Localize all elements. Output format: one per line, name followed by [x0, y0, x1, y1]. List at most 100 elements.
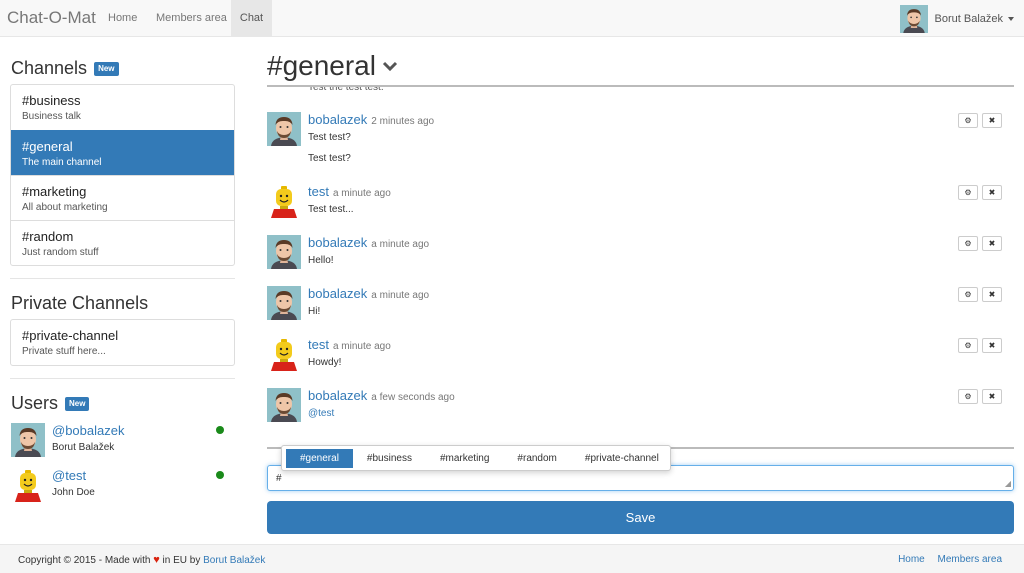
channel-item-random[interactable]: #random Just random stuff	[11, 220, 234, 265]
close-icon[interactable]: ✖	[982, 113, 1002, 128]
footer-links: Home Members area	[898, 554, 1002, 565]
message-text: Test test?	[308, 132, 351, 143]
private-channels-title: Private Channels	[11, 293, 149, 313]
avatar	[11, 468, 45, 502]
users-title: Users	[11, 393, 59, 413]
channel-item-business[interactable]: #business Business talk	[11, 85, 234, 130]
footer-home-link[interactable]: Home	[898, 554, 925, 565]
avatar	[267, 85, 301, 92]
close-icon[interactable]: ✖	[982, 389, 1002, 404]
message-time: a few seconds ago	[371, 392, 455, 403]
message-author[interactable]: bobalazek	[308, 112, 367, 127]
channels-heading: Channels New	[11, 58, 119, 79]
copyright-text: Copyright © 2015 - Made with	[18, 555, 151, 566]
online-status-icon	[216, 426, 224, 434]
gear-icon[interactable]: ⚙	[958, 236, 978, 251]
nav-chat-link[interactable]: Chat	[231, 0, 272, 37]
channel-item-private-channel[interactable]: #private-channel Private stuff here...	[11, 320, 234, 365]
avatar	[267, 337, 301, 371]
resize-grip-icon[interactable]: ◢	[1005, 480, 1011, 488]
avatar	[267, 112, 301, 146]
user-full-name: John Doe	[52, 487, 95, 498]
close-icon[interactable]: ✖	[982, 287, 1002, 302]
gear-icon[interactable]: ⚙	[958, 338, 978, 353]
autocomplete-item-private-channel[interactable]: #private-channel	[571, 449, 673, 468]
message-time: a minute ago	[332, 188, 391, 199]
channel-desc: Private stuff here...	[22, 346, 106, 357]
channel-name: #random	[22, 229, 74, 244]
navbar: Chat-O-Mat Home Members area Chat Borut …	[0, 0, 1024, 37]
message-author[interactable]: test	[308, 337, 329, 352]
user-full-name: Borut Balažek	[52, 442, 115, 453]
nav-home-link[interactable]: Home	[98, 0, 147, 37]
message-input-value: #	[276, 473, 282, 484]
channels-title: Channels	[11, 58, 88, 78]
avatar	[267, 235, 301, 269]
footer-copyright: Copyright © 2015 - Made with ♥ in EU by …	[18, 554, 265, 566]
brand-logo[interactable]: Chat-O-Mat	[7, 8, 96, 28]
message-author[interactable]: bobalazek	[308, 286, 367, 301]
user-menu[interactable]: Borut Balažek	[900, 5, 1014, 33]
message-text: Test the test test.	[308, 85, 384, 93]
footer-author-link[interactable]: Borut Balažek	[203, 555, 265, 566]
gear-icon[interactable]: ⚙	[958, 287, 978, 302]
nav-members-area-link[interactable]: Members area	[146, 0, 237, 37]
caret-down-icon	[1008, 17, 1014, 21]
user-handle[interactable]: @test	[52, 468, 86, 483]
channel-item-marketing[interactable]: #marketing All about marketing	[11, 175, 234, 220]
channel-item-general[interactable]: #general The main channel	[11, 130, 234, 175]
user-item-test[interactable]: @test John Doe	[11, 468, 236, 504]
message-text: Test test?	[308, 153, 351, 164]
close-icon[interactable]: ✖	[982, 185, 1002, 200]
divider	[10, 378, 235, 379]
channel-desc: All about marketing	[22, 202, 108, 213]
channel-title-text: #general	[267, 50, 376, 81]
channel-name: #marketing	[22, 184, 87, 199]
channel-desc: The main channel	[22, 157, 102, 168]
message-author[interactable]: bobalazek	[308, 388, 367, 403]
message-text: Test test...	[308, 204, 354, 215]
chevron-down-icon[interactable]	[382, 61, 398, 72]
message-list[interactable]: Test the test test. bobalazek 2 minutes a…	[267, 85, 1014, 449]
channel-name: #private-channel	[22, 328, 119, 343]
channel-name: #business	[22, 93, 81, 108]
channel-title[interactable]: #general	[267, 50, 398, 82]
user-menu-name: Borut Balažek	[934, 13, 1003, 25]
in-eu-text: in EU by	[162, 555, 201, 566]
footer: Copyright © 2015 - Made with ♥ in EU by …	[0, 544, 1024, 573]
avatar	[267, 286, 301, 320]
avatar	[267, 388, 301, 422]
message-author[interactable]: bobalazek	[308, 235, 367, 250]
gear-icon[interactable]: ⚙	[958, 389, 978, 404]
message-text: Howdy!	[308, 357, 342, 368]
message-mention-link[interactable]: @test	[308, 408, 334, 419]
avatar	[11, 423, 45, 457]
users-heading: Users New	[11, 393, 90, 414]
user-avatar	[900, 5, 928, 33]
save-button[interactable]: Save	[267, 501, 1014, 534]
gear-icon[interactable]: ⚙	[958, 185, 978, 200]
autocomplete-item-business[interactable]: #business	[353, 449, 426, 468]
autocomplete-item-general[interactable]: #general	[286, 448, 353, 468]
autocomplete-item-random[interactable]: #random	[503, 449, 570, 468]
gear-icon[interactable]: ⚙	[958, 113, 978, 128]
channel-name: #general	[22, 139, 73, 154]
message-author[interactable]: test	[308, 184, 329, 199]
user-handle[interactable]: @bobalazek	[52, 423, 124, 438]
divider	[10, 278, 235, 279]
autocomplete-item-marketing[interactable]: #marketing	[426, 449, 503, 468]
close-icon[interactable]: ✖	[982, 338, 1002, 353]
message-time: 2 minutes ago	[371, 116, 435, 127]
message-time: a minute ago	[371, 290, 430, 301]
channels-new-badge: New	[94, 61, 119, 76]
message-time: a minute ago	[371, 239, 430, 250]
channel-list: #business Business talk #general The mai…	[10, 84, 235, 266]
channel-autocomplete: #general #business #marketing #random #p…	[281, 445, 671, 471]
heart-icon: ♥	[153, 554, 160, 566]
footer-members-area-link[interactable]: Members area	[938, 554, 1002, 565]
user-item-bobalazek[interactable]: @bobalazek Borut Balažek	[11, 423, 236, 459]
close-icon[interactable]: ✖	[982, 236, 1002, 251]
private-channel-list: #private-channel Private stuff here...	[10, 319, 235, 366]
channel-desc: Business talk	[22, 111, 81, 122]
message-text: Hello!	[308, 255, 334, 266]
